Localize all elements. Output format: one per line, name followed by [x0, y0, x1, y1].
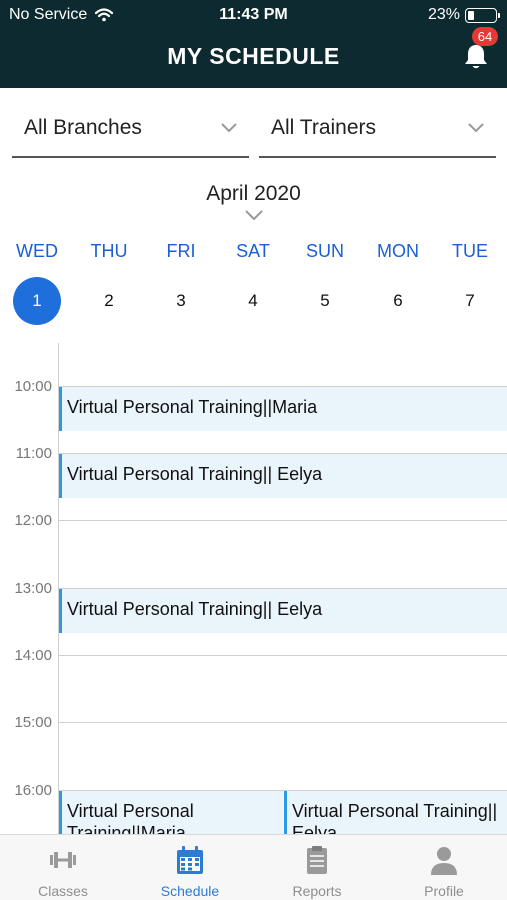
tab-label: Reports: [292, 883, 342, 899]
page-title: MY SCHEDULE: [167, 43, 340, 69]
month-label[interactable]: April 2020: [0, 182, 507, 206]
battery-percent: 23%: [427, 6, 460, 23]
schedule-event[interactable]: Virtual Personal Training|| Eelya: [284, 791, 507, 834]
tab-label: Schedule: [160, 883, 220, 899]
day-name: SAT: [236, 241, 270, 261]
schedule-event[interactable]: Virtual Personal Training||Maria: [59, 791, 283, 834]
day-name: FRI: [166, 241, 196, 261]
day-name: SUN: [305, 241, 344, 261]
trainer-filter-value: All Trainers: [271, 116, 377, 139]
app-header: No Service 11:43 PM 23% MY SCHEDULE 64: [0, 0, 507, 88]
day-name: WED: [16, 241, 58, 261]
trainer-filter-dropdown[interactable]: All Trainers: [259, 100, 496, 158]
clipboard-icon: [307, 846, 327, 874]
chevron-down-icon: [221, 123, 237, 133]
tab-profile[interactable]: Profile: [381, 835, 507, 900]
bell-icon[interactable]: [463, 43, 489, 71]
chevron-down-icon: [468, 123, 484, 133]
schedule-event[interactable]: Virtual Personal Training|| Eelya: [59, 589, 507, 633]
hour-gridline: [58, 722, 507, 723]
day-timeline[interactable]: 10:00 11:00 12:00 13:00 14:00 15:00 16:0…: [0, 343, 507, 834]
battery-indicator: 23%: [427, 6, 500, 24]
tab-label: Profile: [424, 883, 464, 899]
hour-label: 11:00: [15, 445, 52, 462]
hour-label: 15:00: [14, 714, 52, 731]
tab-reports[interactable]: Reports: [254, 835, 380, 900]
hour-label: 14:00: [14, 647, 52, 664]
battery-icon: [465, 7, 500, 23]
hour-label: 16:00: [14, 782, 52, 799]
day-number[interactable]: 3: [157, 277, 205, 325]
tab-label: Classes: [38, 883, 88, 899]
day-number[interactable]: 4: [229, 277, 277, 325]
day-number[interactable]: 6: [374, 277, 422, 325]
status-bar: No Service 11:43 PM 23%: [0, 0, 507, 30]
day-number-selected[interactable]: 1: [13, 277, 61, 325]
day-name: MON: [377, 241, 419, 261]
branch-filter-dropdown[interactable]: All Branches: [12, 100, 249, 158]
schedule-event[interactable]: Virtual Personal Training|| Eelya: [59, 454, 507, 498]
tab-bar: Classes Schedule Reports Profile: [0, 834, 507, 900]
person-icon: [431, 847, 457, 875]
day-number[interactable]: 5: [301, 277, 349, 325]
day-name: TUE: [452, 241, 488, 261]
day-number[interactable]: 2: [85, 277, 133, 325]
notification-badge: 64: [472, 27, 498, 46]
schedule-event[interactable]: Virtual Personal Training||Maria: [59, 387, 507, 431]
day-name: THU: [90, 241, 128, 261]
day-number[interactable]: 7: [446, 277, 494, 325]
calendar-icon: [177, 846, 203, 874]
hour-gridline: [58, 655, 507, 656]
hour-gridline: [58, 520, 507, 521]
dumbbell-icon: [50, 852, 76, 868]
tab-schedule[interactable]: Schedule: [127, 835, 253, 900]
branch-filter-value: All Branches: [24, 116, 142, 139]
hour-label: 10:00: [14, 378, 52, 395]
tab-classes[interactable]: Classes: [0, 835, 126, 900]
hour-label: 13:00: [14, 580, 52, 597]
hour-label: 12:00: [14, 512, 52, 529]
chevron-down-icon[interactable]: [245, 210, 263, 221]
